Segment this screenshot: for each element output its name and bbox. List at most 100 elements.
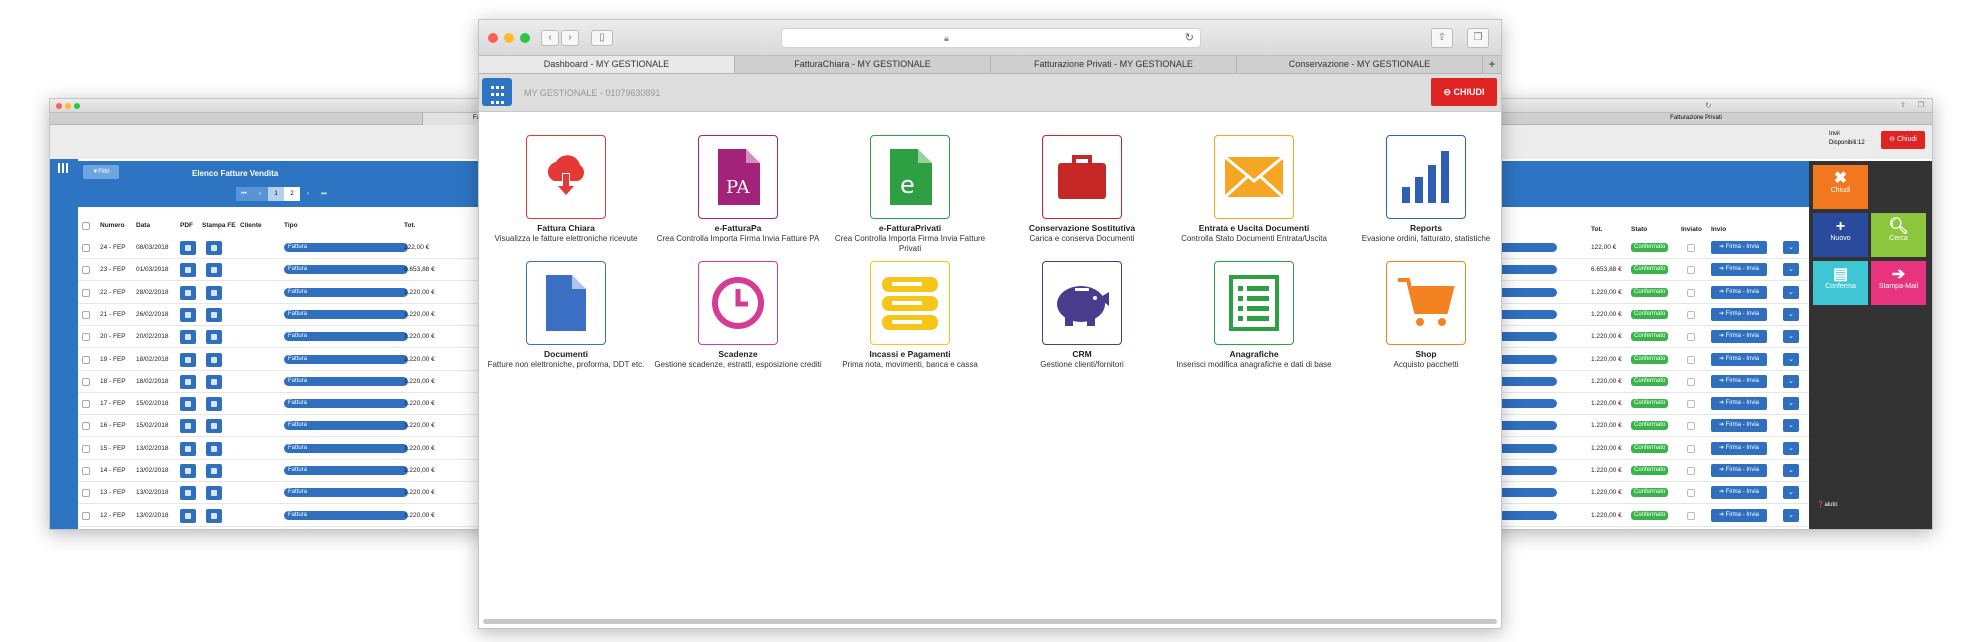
- stampa-fe-button[interactable]: [206, 441, 222, 456]
- pdf-button[interactable]: [180, 486, 196, 501]
- table-row[interactable]: 1.220,00 € Confermato ➔ Firma - Invia ⌄: [1481, 393, 1811, 416]
- firma-invia-button[interactable]: ➔ Firma - Invia: [1711, 441, 1767, 455]
- grid-menu-icon[interactable]: [58, 163, 68, 173]
- row-checkbox[interactable]: [82, 511, 90, 520]
- table-row[interactable]: 19 - FEP 18/02/2018 Fattura 1.220,00 €: [78, 349, 482, 371]
- new-tab-button[interactable]: +: [1483, 56, 1501, 73]
- row-checkbox[interactable]: [82, 444, 90, 453]
- stampa-fe-button[interactable]: [206, 419, 222, 434]
- table-row[interactable]: 21 - FEP 26/02/2018 Fattura 1.220,00 €: [78, 304, 482, 326]
- apps-grid-button[interactable]: [482, 78, 512, 106]
- row-checkbox[interactable]: [82, 489, 90, 498]
- table-row[interactable]: 122,00 € Confermato ➔ Firma - Invia ⌄: [1481, 237, 1811, 259]
- side-aiuto-link[interactable]: ❓aiuto: [1817, 501, 1838, 508]
- chiudi-small-button[interactable]: ⊖ Chiudi: [1881, 131, 1925, 149]
- stampa-fe-button[interactable]: [206, 486, 222, 501]
- chevron-down-icon[interactable]: ⌄: [1783, 397, 1799, 411]
- module-conservazione-sostitutiva[interactable]: Conservazione Sostitutiva Carica e conse…: [996, 135, 1168, 244]
- table-row[interactable]: 15 - FEP 13/02/2018 Fattura 1.220,00 €: [78, 438, 482, 460]
- table-row[interactable]: 1.220,00 € Confermato ➔ Firma - Invia ⌄: [1481, 505, 1811, 527]
- chevron-down-icon[interactable]: ⌄: [1783, 330, 1799, 344]
- share-button[interactable]: ⇧: [1431, 27, 1453, 48]
- inviato-checkbox[interactable]: [1687, 422, 1695, 431]
- stampa-fe-button[interactable]: [206, 330, 222, 345]
- stampa-fe-button[interactable]: [206, 307, 222, 322]
- bar-chart-icon[interactable]: [1386, 135, 1466, 219]
- row-checkbox[interactable]: [82, 377, 90, 386]
- pdf-button[interactable]: [180, 263, 196, 278]
- module-anagrafiche[interactable]: Anagrafiche Inserisci modifica anagrafic…: [1168, 261, 1340, 370]
- chevron-down-icon[interactable]: ⌄: [1783, 307, 1799, 321]
- pdf-button[interactable]: [180, 419, 196, 434]
- table-row[interactable]: 13 - FEP 13/02/2018 Fattura 1.220,00 €: [78, 482, 482, 505]
- side-chiudi-button[interactable]: ✖ Chiudi: [1813, 165, 1868, 209]
- firma-invia-button[interactable]: ➔ Firma - Invia: [1711, 486, 1767, 500]
- row-checkbox[interactable]: [82, 467, 90, 475]
- table-row[interactable]: 1.220,00 € Confermato ➔ Firma - Invia ⌄: [1481, 482, 1811, 505]
- row-checkbox[interactable]: [82, 355, 90, 364]
- table-row[interactable]: 22 - FEP 28/02/2018 Fattura 1.220,00 €: [78, 282, 482, 304]
- table-row[interactable]: 23 - FEP 01/03/2018 Fattura 6.653,88 €: [78, 259, 482, 282]
- pdf-button[interactable]: [180, 241, 196, 255]
- sidebar-toggle-button[interactable]: ▯: [591, 29, 613, 46]
- table-row[interactable]: 1.220,00 € Confermato ➔ Firma - Invia ⌄: [1481, 415, 1811, 438]
- inviato-checkbox[interactable]: [1687, 244, 1695, 252]
- share-icon[interactable]: ⇧: [1900, 101, 1906, 109]
- tab-fatturachiara[interactable]: FatturaChiara - MY GESTIONALE: [735, 56, 991, 73]
- table-row[interactable]: 1.220,00 € Confermato ➔ Firma - Invia ⌄: [1481, 349, 1811, 371]
- table-row[interactable]: 1.220,00 € Confermato ➔ Firma - Invia ⌄: [1481, 438, 1811, 460]
- table-row[interactable]: 12 - FEP 13/02/2018 Fattura 1.220,00 €: [78, 505, 482, 527]
- inviato-checkbox[interactable]: [1687, 489, 1695, 498]
- row-checkbox[interactable]: [82, 333, 90, 342]
- list-icon[interactable]: [1214, 261, 1294, 345]
- stampa-fe-button[interactable]: [206, 241, 222, 255]
- right-tab[interactable]: Fatturazione Privati: [1561, 115, 1831, 121]
- chevron-down-icon[interactable]: ⌄: [1783, 352, 1799, 366]
- table-row[interactable]: 1.220,00 € Confermato ➔ Firma - Invia ⌄: [1481, 460, 1811, 482]
- address-bar[interactable]: 🔒︎ ↻: [781, 27, 1201, 48]
- table-row[interactable]: 20 - FEP 20/02/2018 Fattura 1.220,00 €: [78, 326, 482, 349]
- chevron-down-icon[interactable]: ⌄: [1783, 419, 1799, 433]
- inviato-checkbox[interactable]: [1687, 355, 1695, 364]
- side-cerca-button[interactable]: 🔍︎ Cerca: [1871, 213, 1926, 257]
- module-crm[interactable]: CRM Gestione clienti/fornitori: [996, 261, 1168, 370]
- prev-page-button[interactable]: ‹: [252, 187, 268, 201]
- firma-invia-button[interactable]: ➔ Firma - Invia: [1711, 508, 1767, 522]
- row-checkbox[interactable]: [82, 400, 90, 409]
- module-shop[interactable]: Shop Acquisto pacchetti: [1340, 261, 1501, 370]
- side-stampa-button[interactable]: ➔ Stampa-Mail: [1871, 261, 1926, 305]
- stampa-fe-button[interactable]: [206, 464, 222, 478]
- firma-invia-button[interactable]: ➔ Firma - Invia: [1711, 307, 1767, 321]
- inviato-checkbox[interactable]: [1687, 377, 1695, 386]
- pdf-button[interactable]: [180, 397, 196, 412]
- cart-icon[interactable]: [1386, 261, 1466, 345]
- firma-invia-button[interactable]: ➔ Firma - Invia: [1711, 330, 1767, 344]
- module-e-fatturapa[interactable]: PA e-FatturaPa Crea Controlla Importa Fi…: [652, 135, 824, 244]
- row-checkbox[interactable]: [82, 288, 90, 297]
- module-reports[interactable]: Reports Evasione ordini, fatturato, stat…: [1340, 135, 1501, 244]
- stampa-fe-button[interactable]: [206, 374, 222, 389]
- piggy-bank-icon[interactable]: [1042, 261, 1122, 345]
- back-button[interactable]: ‹: [541, 29, 559, 46]
- chevron-down-icon[interactable]: ⌄: [1783, 263, 1799, 277]
- filtri-button[interactable]: ▼Filtri: [83, 165, 119, 179]
- row-checkbox[interactable]: [82, 244, 90, 252]
- firma-invia-button[interactable]: ➔ Firma - Invia: [1711, 397, 1767, 411]
- document-pa-icon[interactable]: PA: [698, 135, 778, 219]
- reload-icon[interactable]: ↻: [1705, 101, 1712, 110]
- stampa-fe-button[interactable]: [206, 285, 222, 300]
- inviato-checkbox[interactable]: [1687, 467, 1695, 475]
- table-row[interactable]: 1.220,00 € Confermato ➔ Firma - Invia ⌄: [1481, 304, 1811, 326]
- module-fattura-chiara[interactable]: Fattura Chiara Visualizza le fatture ele…: [480, 135, 652, 244]
- stampa-fe-button[interactable]: [206, 508, 222, 523]
- briefcase-icon[interactable]: [1042, 135, 1122, 219]
- row-checkbox[interactable]: [82, 266, 90, 275]
- inviato-checkbox[interactable]: [1687, 266, 1695, 275]
- firma-invia-button[interactable]: ➔ Firma - Invia: [1711, 263, 1767, 277]
- page-2-button[interactable]: 2: [284, 187, 300, 201]
- table-row[interactable]: 17 - FEP 15/02/2018 Fattura 1.220,00 €: [78, 393, 482, 416]
- table-row[interactable]: 24 - FEP 08/03/2018 Fattura 122,00 €: [78, 237, 482, 259]
- side-conferma-button[interactable]: ▤ Conferma: [1813, 261, 1868, 305]
- stampa-fe-button[interactable]: [206, 352, 222, 367]
- stampa-fe-button[interactable]: [206, 397, 222, 412]
